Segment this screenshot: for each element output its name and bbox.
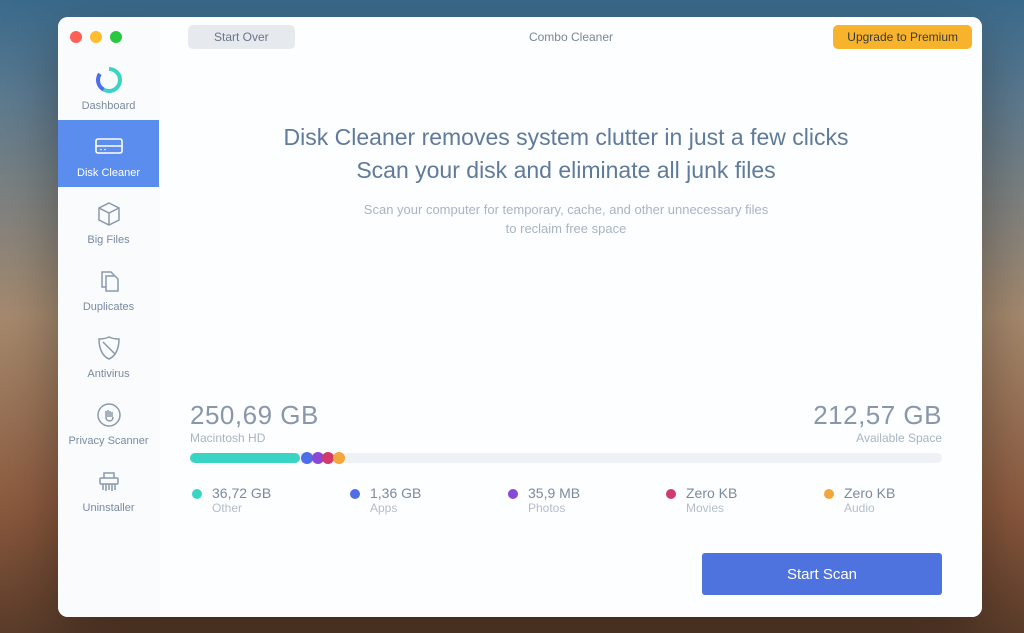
legend-label: Movies (686, 501, 737, 515)
legend-label: Photos (528, 501, 580, 515)
sidebar-item-label: Big Files (87, 234, 129, 246)
sidebar-item-dashboard[interactable]: Dashboard (58, 53, 159, 120)
legend-bullet (824, 489, 834, 499)
sidebar-item-label: Duplicates (83, 301, 134, 313)
shield-icon (96, 333, 122, 363)
sidebar-item-label: Uninstaller (83, 502, 135, 514)
legend-label: Apps (370, 501, 421, 515)
sidebar-item-label: Privacy Scanner (68, 435, 148, 447)
sidebar-item-antivirus[interactable]: Antivirus (58, 321, 159, 388)
start-scan-button[interactable]: Start Scan (702, 553, 942, 595)
legend-label: Audio (844, 501, 895, 515)
box-icon (95, 199, 123, 229)
disk-legend: 36,72 GB Other 1,36 GB Apps (190, 485, 942, 515)
app-window: Dashboard Disk Cleaner Bi (58, 17, 982, 617)
sidebar: Dashboard Disk Cleaner Bi (58, 17, 160, 617)
sidebar-item-label: Disk Cleaner (77, 167, 140, 179)
sidebar-item-privacy-scanner[interactable]: Privacy Scanner (58, 388, 159, 455)
disk-summary: 250,69 GB Macintosh HD 212,57 GB Availab… (190, 400, 942, 445)
disk-free: 212,57 GB Available Space (813, 400, 942, 445)
legend-value: 1,36 GB (370, 485, 421, 501)
hand-circle-icon (95, 400, 123, 430)
disk-used-label: Macintosh HD (190, 431, 319, 445)
legend-value: Zero KB (686, 485, 737, 501)
sidebar-item-disk-cleaner[interactable]: Disk Cleaner (58, 120, 159, 187)
bar-segment-other (190, 453, 300, 463)
heading-line: Disk Cleaner removes system clutter in j… (190, 121, 942, 154)
sidebar-item-uninstaller[interactable]: Uninstaller (58, 455, 159, 522)
legend-item-apps: 1,36 GB Apps (350, 485, 468, 515)
topbar: Start Over Combo Cleaner Upgrade to Prem… (160, 17, 982, 51)
disk-usage-bar (190, 453, 942, 463)
legend-bullet (192, 489, 202, 499)
legend-label: Other (212, 501, 271, 515)
close-window-button[interactable] (70, 31, 82, 43)
minimize-window-button[interactable] (90, 31, 102, 43)
content: Start Over Combo Cleaner Upgrade to Prem… (160, 17, 982, 617)
legend-bullet (508, 489, 518, 499)
bar-segment-audio (333, 452, 345, 464)
legend-item-other: 36,72 GB Other (192, 485, 310, 515)
sidebar-item-label: Dashboard (82, 100, 136, 112)
legend-bullet (666, 489, 676, 499)
shredder-icon (95, 467, 123, 497)
legend-value: Zero KB (844, 485, 895, 501)
dashboard-icon (94, 65, 124, 95)
legend-bullet (350, 489, 360, 499)
page-subheading: Scan your computer for temporary, cache,… (190, 200, 942, 239)
maximize-window-button[interactable] (110, 31, 122, 43)
heading-line: Scan your disk and eliminate all junk fi… (190, 154, 942, 187)
disk-free-value: 212,57 GB (813, 400, 942, 431)
legend-item-photos: 35,9 MB Photos (508, 485, 626, 515)
legend-item-audio: Zero KB Audio (824, 485, 942, 515)
sidebar-item-label: Antivirus (87, 368, 129, 380)
disk-used: 250,69 GB Macintosh HD (190, 400, 319, 445)
main-panel: Disk Cleaner removes system clutter in j… (160, 51, 982, 617)
window-controls (58, 25, 159, 53)
legend-value: 35,9 MB (528, 485, 580, 501)
footer: Start Scan (190, 553, 942, 595)
legend-value: 36,72 GB (212, 485, 271, 501)
duplicates-icon (95, 266, 123, 296)
subheading-line: to reclaim free space (190, 219, 942, 239)
start-over-button[interactable]: Start Over (188, 25, 295, 49)
legend-item-movies: Zero KB Movies (666, 485, 784, 515)
disk-usage-section: 250,69 GB Macintosh HD 212,57 GB Availab… (190, 400, 942, 595)
upgrade-button[interactable]: Upgrade to Premium (833, 25, 972, 49)
page-heading: Disk Cleaner removes system clutter in j… (190, 121, 942, 188)
disk-used-value: 250,69 GB (190, 400, 319, 431)
subheading-line: Scan your computer for temporary, cache,… (190, 200, 942, 220)
sidebar-item-big-files[interactable]: Big Files (58, 187, 159, 254)
disk-icon (93, 132, 125, 162)
sidebar-item-duplicates[interactable]: Duplicates (58, 254, 159, 321)
disk-free-label: Available Space (813, 431, 942, 445)
